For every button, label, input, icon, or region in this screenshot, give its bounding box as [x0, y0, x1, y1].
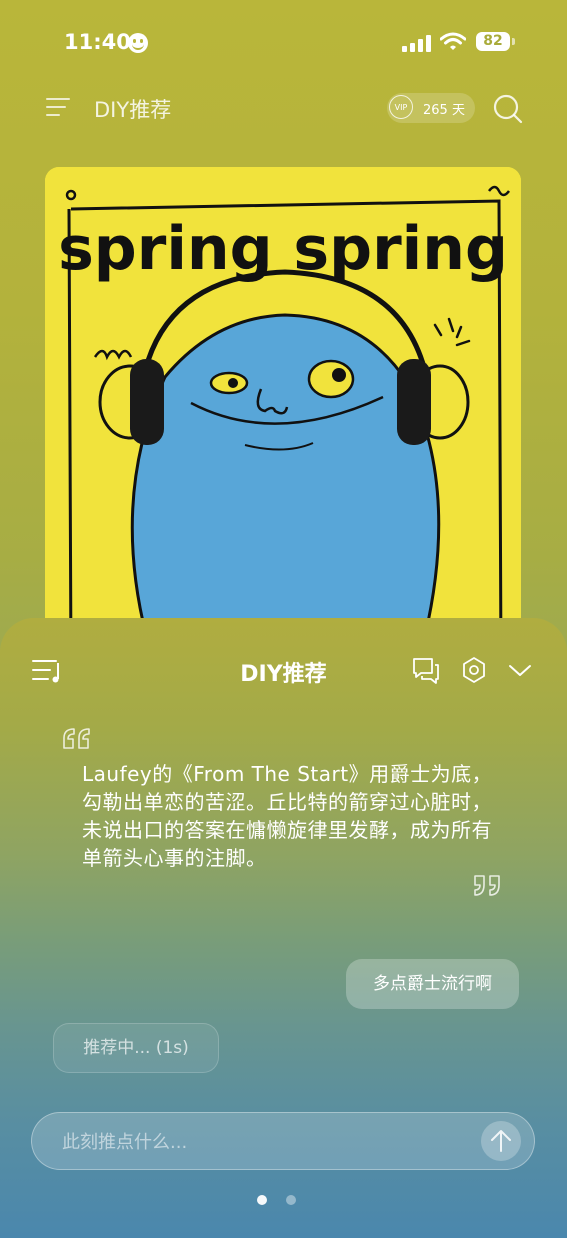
status-bar: 11:40 82 — [0, 0, 567, 86]
menu-icon[interactable] — [46, 96, 72, 118]
battery-tip — [512, 38, 515, 45]
loading-status-bubble: 推荐中... (1s) — [53, 1023, 219, 1073]
signal-icon — [402, 34, 432, 52]
status-time: 11:40 — [64, 30, 131, 54]
battery-icon: 82 — [476, 32, 510, 51]
face-icon — [128, 33, 148, 53]
prompt-input[interactable] — [60, 1113, 464, 1171]
album-cover[interactable]: spring spring — [45, 167, 521, 667]
close-quote-icon — [474, 875, 500, 896]
page-dot-active[interactable] — [257, 1195, 267, 1205]
send-button[interactable] — [481, 1121, 521, 1161]
album-illustration: spring spring — [45, 167, 521, 667]
open-quote-icon — [63, 728, 90, 749]
vip-status-pill[interactable]: VIP 265 天 — [387, 93, 475, 123]
page-dot[interactable] — [286, 1195, 296, 1205]
vip-days-label: 265 天 — [423, 103, 465, 118]
vip-badge-icon: VIP — [389, 95, 413, 119]
wifi-icon — [440, 32, 466, 50]
recommend-quote-text: Laufey的《From The Start》用爵士为底，勾勒出单恋的苦涩。丘比… — [82, 762, 493, 870]
chevron-down-icon[interactable] — [507, 660, 533, 680]
prompt-input-bar[interactable] — [31, 1112, 535, 1171]
arrow-up-icon — [491, 1130, 511, 1152]
search-icon[interactable] — [492, 93, 524, 125]
chat-icon[interactable] — [412, 656, 440, 684]
diy-recommend-sheet: DIY推荐 Laufey的《From The Start》用爵士为底，勾勒出单恋… — [0, 618, 567, 1238]
settings-icon[interactable] — [461, 656, 487, 684]
user-message-bubble: 多点爵士流行啊 — [346, 959, 519, 1009]
page-title: DIY推荐 — [94, 98, 172, 122]
